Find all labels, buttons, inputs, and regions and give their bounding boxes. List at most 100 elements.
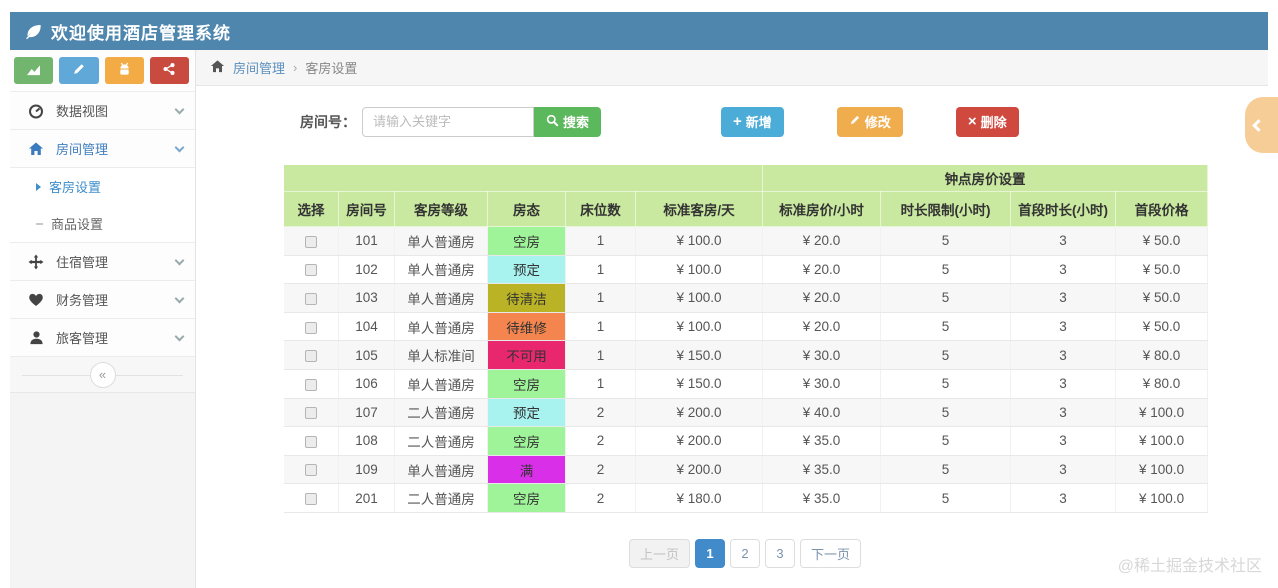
col-room-status: 房态 xyxy=(487,191,566,227)
caret-right-icon xyxy=(36,182,41,191)
table-row: 108 二人普通房 空房 2 ¥ 200.0 ¥ 35.0 5 3 ¥ 100.… xyxy=(283,426,1209,456)
col-first-duration: 首段时长(小时) xyxy=(1010,191,1117,227)
table-row: 101 单人普通房 空房 1 ¥ 100.0 ¥ 20.0 5 3 ¥ 50.0 xyxy=(283,226,1209,256)
sidebar-item-guest-management[interactable]: 旅客管理 xyxy=(10,319,195,357)
add-button[interactable]: + 新增 xyxy=(721,106,784,137)
cell-day-price: ¥ 150.0 xyxy=(635,369,764,399)
cell-first-duration: 3 xyxy=(1010,312,1117,342)
row-checkbox[interactable] xyxy=(304,464,317,477)
cell-first-price: ¥ 50.0 xyxy=(1115,255,1209,285)
chevron-down-icon xyxy=(174,142,185,152)
cell-room-number: 101 xyxy=(338,226,395,256)
cell-room-grade: 单人标准间 xyxy=(394,340,488,370)
sidebar-item-room-management[interactable]: 房间管理 xyxy=(10,130,195,168)
cell-room-status: 满 xyxy=(487,455,566,485)
cell-day-price: ¥ 180.0 xyxy=(635,483,764,513)
sidebar-item-room-settings[interactable]: 客房设置 xyxy=(10,168,195,205)
cell-day-price: ¥ 150.0 xyxy=(635,340,764,370)
cell-first-duration: 3 xyxy=(1010,398,1117,428)
leaf-icon xyxy=(24,22,43,41)
sidebar-item-goods-settings[interactable]: 商品设置 xyxy=(10,205,195,242)
header-spacer-cell xyxy=(282,164,764,192)
cell-time-limit: 5 xyxy=(880,426,1012,456)
row-checkbox[interactable] xyxy=(304,235,317,248)
cell-first-duration: 3 xyxy=(1010,369,1117,399)
cell-select xyxy=(283,255,339,285)
col-hour-price: 标准房价/小时 xyxy=(762,191,882,227)
row-checkbox[interactable] xyxy=(304,435,317,448)
cell-room-number: 103 xyxy=(338,283,395,313)
cell-hour-price: ¥ 35.0 xyxy=(762,455,882,485)
area-chart-icon xyxy=(26,63,41,79)
add-button-label: 新增 xyxy=(745,115,772,130)
sidebar-item-data-view[interactable]: 数据视图 xyxy=(10,92,195,130)
cell-first-duration: 3 xyxy=(1010,226,1117,256)
chevron-down-icon xyxy=(174,293,185,303)
cell-room-number: 102 xyxy=(338,255,395,285)
rooms-table: 钟点房价设置 选择 房间号 客房等级 房态 床位数 标准客房/天 标准房价/小时… xyxy=(282,164,1209,513)
row-checkbox[interactable] xyxy=(304,350,317,363)
table-row: 201 二人普通房 空房 2 ¥ 180.0 ¥ 35.0 5 3 ¥ 100.… xyxy=(283,483,1209,513)
next-page-button[interactable]: 下一页 xyxy=(800,538,862,568)
cell-room-status: 待清洁 xyxy=(487,283,566,313)
sidebar: 数据视图 房间管理 客房设置 商品设置 住宿管理 财务管理 旅客管理 « xyxy=(10,50,196,588)
col-beds: 床位数 xyxy=(565,191,636,227)
search-input[interactable] xyxy=(362,106,534,137)
arrows-move-icon xyxy=(26,254,46,270)
table-body: 101 单人普通房 空房 1 ¥ 100.0 ¥ 20.0 5 3 ¥ 50.0… xyxy=(283,226,1209,513)
cell-day-price: ¥ 100.0 xyxy=(635,283,764,313)
breadcrumb-room-management[interactable]: 房间管理 xyxy=(233,58,285,77)
search-button[interactable]: 搜索 xyxy=(534,106,602,137)
cell-first-duration: 3 xyxy=(1010,255,1117,285)
page-button-3[interactable]: 3 xyxy=(765,538,795,568)
table-row: 102 单人普通房 预定 1 ¥ 100.0 ¥ 20.0 5 3 ¥ 50.0 xyxy=(283,255,1209,285)
prev-page-button[interactable]: 上一页 xyxy=(628,538,690,568)
cell-select xyxy=(283,226,339,256)
edit-button[interactable]: 修改 xyxy=(836,106,903,137)
col-day-price: 标准客房/天 xyxy=(634,191,764,227)
cell-room-grade: 单人普通房 xyxy=(394,226,488,256)
chevron-down-icon xyxy=(174,331,185,341)
cell-room-number: 201 xyxy=(338,483,395,513)
cell-time-limit: 5 xyxy=(880,226,1012,256)
cell-select xyxy=(283,340,339,370)
sidebar-item-lodging-management[interactable]: 住宿管理 xyxy=(10,243,195,281)
row-checkbox[interactable] xyxy=(304,264,317,277)
row-checkbox[interactable] xyxy=(304,321,317,334)
cell-time-limit: 5 xyxy=(880,340,1012,370)
dash-icon xyxy=(36,222,43,225)
room-management-submenu: 客房设置 商品设置 xyxy=(10,168,195,243)
page-button-2[interactable]: 2 xyxy=(730,538,760,568)
cell-room-number: 108 xyxy=(338,426,395,456)
sidebar-item-finance-management[interactable]: 财务管理 xyxy=(10,281,195,319)
table-row: 103 单人普通房 待清洁 1 ¥ 100.0 ¥ 20.0 5 3 ¥ 50.… xyxy=(283,283,1209,313)
quick-share-button[interactable] xyxy=(149,57,189,84)
cell-time-limit: 5 xyxy=(880,398,1012,428)
page-button-1[interactable]: 1 xyxy=(695,538,725,568)
cell-hour-price: ¥ 20.0 xyxy=(762,255,882,285)
row-checkbox[interactable] xyxy=(304,378,317,391)
cell-room-status: 预定 xyxy=(487,398,566,428)
quick-pencil-button[interactable] xyxy=(59,57,99,84)
cell-room-grade: 二人普通房 xyxy=(394,426,488,456)
row-checkbox[interactable] xyxy=(304,493,317,506)
cell-first-price: ¥ 100.0 xyxy=(1115,426,1209,456)
cell-beds: 1 xyxy=(565,283,636,313)
sidebar-collapse-button[interactable]: « xyxy=(89,361,116,388)
col-time-limit: 时长限制(小时) xyxy=(880,191,1012,227)
breadcrumb-room-settings: 客房设置 xyxy=(305,61,358,76)
quick-area-chart-button[interactable] xyxy=(14,57,54,84)
cell-select xyxy=(283,426,339,456)
cell-select xyxy=(283,398,339,428)
cell-day-price: ¥ 100.0 xyxy=(635,312,764,342)
cell-hour-price: ¥ 20.0 xyxy=(762,312,882,342)
cell-room-grade: 二人普通房 xyxy=(394,483,488,513)
floating-side-widget[interactable] xyxy=(1245,97,1278,153)
row-checkbox[interactable] xyxy=(304,292,317,305)
delete-button[interactable]: × 删除 xyxy=(955,106,1019,137)
cell-hour-price: ¥ 40.0 xyxy=(762,398,882,428)
cell-day-price: ¥ 100.0 xyxy=(635,255,764,285)
quick-android-button[interactable] xyxy=(104,57,144,84)
chevron-left-icon xyxy=(1252,118,1265,132)
row-checkbox[interactable] xyxy=(304,407,317,420)
